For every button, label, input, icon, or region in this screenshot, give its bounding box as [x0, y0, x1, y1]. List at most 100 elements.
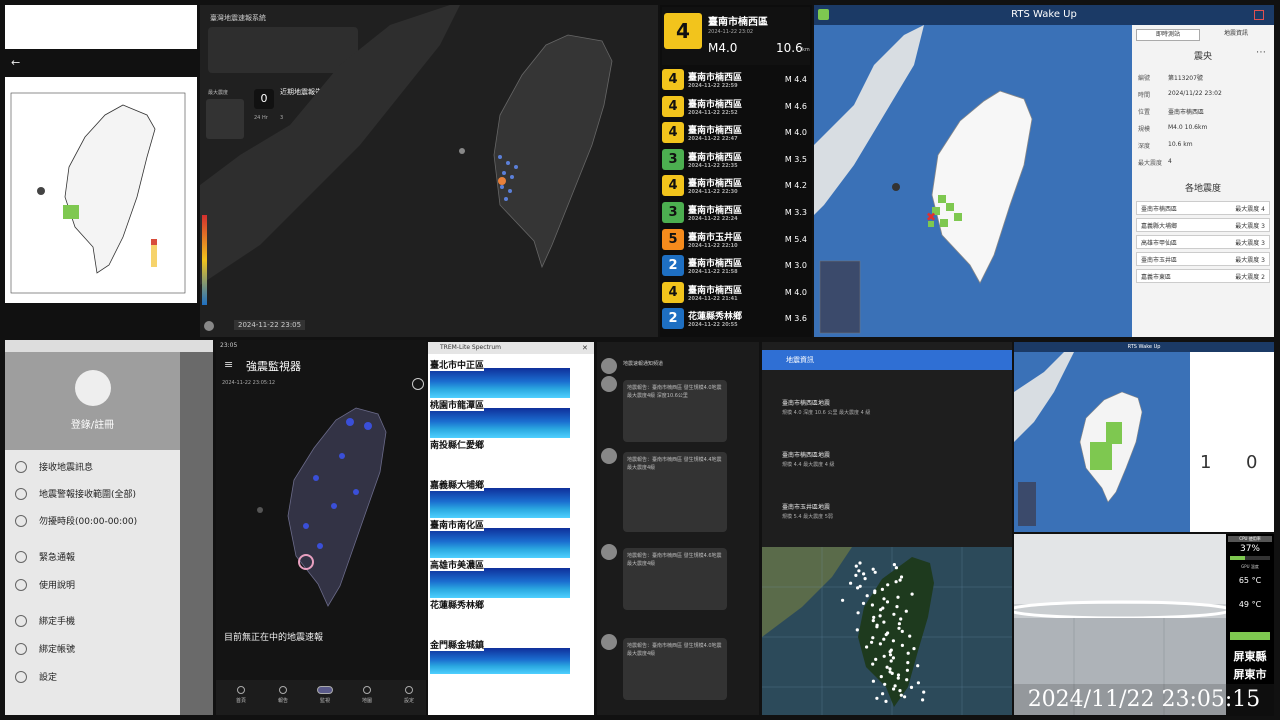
app-drawer-panel: 登錄/註冊 接收地震訊息地震警報接收範圍(全部) 勿擾時段(00:00-00:00…: [5, 340, 213, 715]
station-dot: [879, 608, 883, 612]
taiwan-static-map: [10, 92, 186, 294]
tab-report[interactable]: 地震資訊: [1204, 29, 1268, 41]
info-list-item[interactable]: 臺南市楠西區地震 規模 4.0 深度 10.6 公里 最大震度 4 級: [782, 398, 1002, 416]
eq-list-item[interactable]: 4 臺南市楠西區 2024-11-22 22:59 M 4.4: [662, 68, 810, 91]
chat-message: 地震報告：臺南市楠西區 發生規模4.0地震 最大震度4級: [623, 638, 727, 700]
station-dot: [889, 659, 893, 663]
eq-location: 臺南市楠西區 2024-11-22 22:30: [688, 176, 760, 195]
station-row[interactable]: 臺南市玉井區 最大震度 3: [1136, 252, 1270, 266]
drawer-menu-item[interactable]: 緊急通報: [15, 550, 75, 563]
info-list-item[interactable]: 臺南市玉井區地震 規模 5.4 最大震度 5弱: [782, 502, 1002, 520]
station-value: 最大震度 4: [1235, 206, 1265, 213]
eq-time: 2024-11-22 22:10: [688, 242, 738, 249]
bottom-nav-item[interactable]: 首頁: [224, 686, 258, 704]
drawer-menu-item[interactable]: 接收地震訊息: [15, 460, 93, 473]
info-item-body: 規模 4.4 最大震度 4 級: [782, 462, 835, 468]
station-row[interactable]: 嘉義市東區 最大震度 2: [1136, 269, 1270, 283]
bottom-nav-item[interactable]: 報告: [266, 686, 300, 704]
nav-icon: [237, 686, 245, 694]
station-dot: [875, 696, 879, 700]
eq-list-item[interactable]: 5 臺南市玉井區 2024-11-22 22:10 M 5.4: [662, 228, 810, 251]
eq-magnitude: M 4.4: [784, 75, 807, 84]
station-dot: [897, 626, 901, 630]
eq-intensity-badge: 2: [662, 255, 684, 277]
bottom-nav-item[interactable]: 地圖: [350, 686, 384, 704]
eq-intensity-badge: 3: [662, 202, 684, 223]
rts-window-title: RTS Wake Up: [814, 5, 1274, 25]
station-dot: [880, 587, 884, 591]
eq-main-location: 臺南市楠西區: [708, 17, 768, 28]
drawer-menu-item[interactable]: 綁定手機: [15, 614, 75, 627]
station-row[interactable]: 臺南市楠西區 最大震度 4: [1136, 201, 1270, 215]
eq-location: 臺南市楠西區 2024-11-22 21:41: [688, 283, 760, 302]
drawer-menu-item[interactable]: 勿擾時段(00:00-00:00): [15, 514, 137, 527]
station-dot: [856, 586, 860, 590]
layer-icon[interactable]: [412, 378, 424, 390]
menu-item-icon: [15, 578, 27, 591]
spectrum-station-label: 臺南市南化區: [430, 518, 485, 531]
tab-realtime[interactable]: 即時測站: [1136, 29, 1200, 41]
eq-list-item[interactable]: 3 臺南市楠西區 2024-11-22 22:35 M 3.5: [662, 148, 810, 171]
drawer-menu-item[interactable]: 設定: [15, 670, 57, 683]
station-dot: [871, 679, 875, 683]
info-key: 位置: [1138, 109, 1151, 116]
eq-main-magnitude: M4.0: [708, 41, 738, 55]
info-key: 最大震度: [1138, 160, 1163, 167]
station-dot: [885, 600, 890, 604]
station-dot: [882, 637, 886, 641]
eq-list-item[interactable]: 4 臺南市楠西區 2024-11-22 21:41 M 4.0: [662, 281, 810, 304]
station-dot: [865, 645, 869, 649]
eq-list-item[interactable]: 3 臺南市楠西區 2024-11-22 22:24 M 3.3: [662, 201, 810, 224]
info-item-title: 臺南市玉井區地震: [782, 504, 831, 511]
window-close-icon[interactable]: [1254, 10, 1264, 20]
info-list-item[interactable]: 臺南市楠西區地震 規模 4.4 最大震度 4 級: [782, 450, 1002, 468]
menu-item-icon: [15, 614, 27, 627]
station-dot: [854, 573, 858, 577]
station-row[interactable]: 高雄市甲仙區 最大震度 3: [1136, 235, 1270, 249]
drawer-scrim: [180, 352, 213, 715]
station-dot: [854, 564, 858, 568]
menu-item-icon: [15, 514, 27, 527]
station-dot: [855, 628, 859, 632]
info-row: 時間 2024/11/22 23:02: [1138, 90, 1222, 99]
back-icon[interactable]: ←: [11, 56, 20, 69]
spectrum-panel: TREM-Lite Spectrum ✕ 臺北市中正區 桃園市龍潭區 南投縣仁愛鄉嘉…: [428, 342, 594, 715]
eq-list-item[interactable]: 4 臺南市楠西區 2024-11-22 22:30 M 4.2: [662, 174, 810, 197]
settings-icon[interactable]: [204, 321, 214, 331]
menu-icon[interactable]: ≡: [224, 358, 233, 371]
drawer-menu-item[interactable]: 地震警報接收範圍(全部): [15, 487, 136, 500]
more-icon[interactable]: ⋯: [1256, 47, 1266, 58]
station-dot: [849, 581, 853, 585]
menu-item-label: 地震警報接收範圍(全部): [39, 490, 137, 500]
eq-list-item[interactable]: 2 花蓮縣秀林鄉 2024-11-22 20:55 M 3.6: [662, 307, 810, 330]
station-dot: [890, 671, 894, 675]
station-row[interactable]: 嘉義縣大埔鄉 最大震度 3: [1136, 218, 1270, 232]
station-dot: [892, 563, 896, 567]
station-dot: [895, 605, 899, 609]
station-dot: [882, 597, 886, 601]
eq-location-text: 臺南市楠西區: [688, 179, 743, 190]
eq-location: 臺南市玉井區 2024-11-22 22:10: [688, 230, 760, 249]
eq-list-item[interactable]: 4 臺南市楠西區 2024-11-22 22:47 M 4.0: [662, 121, 810, 144]
station-value: 最大震度 2: [1235, 274, 1265, 281]
eq-location: 臺南市楠西區 2024-11-22 21:58: [688, 256, 760, 275]
eq-list-item[interactable]: 2 臺南市楠西區 2024-11-22 21:58 M 3.0: [662, 254, 810, 277]
bottom-nav-item[interactable]: 監視: [308, 686, 342, 704]
station-dot: [912, 647, 916, 651]
message-avatar: [601, 634, 617, 650]
eq-main-card[interactable]: 4 臺南市楠西區 2024-11-22 23:02 M4.0 10.6 km: [662, 7, 810, 65]
station-dot: [863, 577, 867, 581]
cpu-value: 37%: [1239, 544, 1260, 554]
eq-list-item[interactable]: 4 臺南市楠西區 2024-11-22 22:52 M 4.6: [662, 95, 810, 118]
eew-dark-map-panel: 臺灣地震速報系統 最大震度 0 近期地震報告 24 Hr 3 2024-11-2…: [200, 5, 658, 337]
bottom-nav-item[interactable]: 設定: [392, 686, 426, 704]
info-row: 規模 M4.0 10.6km: [1138, 124, 1207, 133]
spectrum-station-label: 花蓮縣秀林鄉: [430, 598, 485, 611]
drawer-menu-item[interactable]: 使用說明: [15, 578, 75, 591]
info-value: 4: [1168, 158, 1172, 165]
profile-header[interactable]: 登錄/註冊: [5, 352, 180, 450]
eq-time: 2024-11-22 21:41: [688, 295, 738, 302]
station-dot: [885, 665, 889, 669]
drawer-menu-item[interactable]: 綁定帳號: [15, 642, 75, 655]
window-close-icon[interactable]: ✕: [582, 344, 588, 352]
